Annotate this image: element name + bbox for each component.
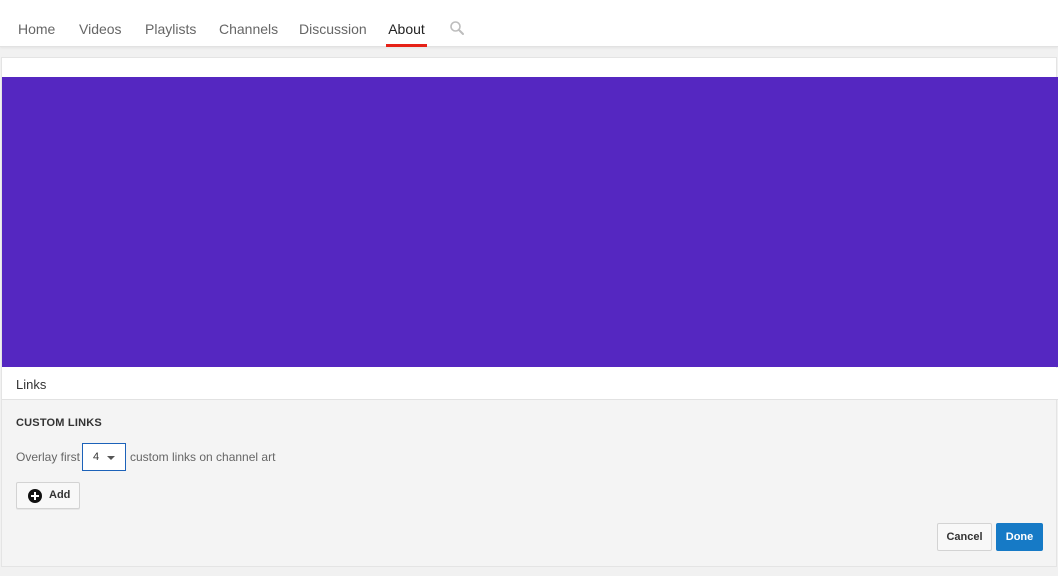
tab-playlists-label: Playlists [145, 21, 196, 37]
tab-active-underline [386, 44, 427, 47]
tab-playlists[interactable]: Playlists [145, 0, 196, 47]
custom-links-heading: CUSTOM LINKS [16, 417, 102, 429]
tab-home[interactable]: Home [18, 0, 55, 47]
search-icon-glyph [449, 20, 467, 38]
done-button[interactable]: Done [996, 523, 1043, 551]
about-edit-panel: Links CUSTOM LINKS Overlay first 4 custo… [1, 57, 1057, 567]
overlay-count-select[interactable]: 4 [82, 443, 126, 471]
add-circle-icon [28, 489, 42, 503]
tab-channels-label: Channels [219, 21, 278, 37]
tab-home-label: Home [18, 21, 55, 37]
search-icon[interactable] [449, 20, 467, 38]
channel-art-banner [2, 77, 1058, 367]
tab-videos-label: Videos [79, 21, 122, 37]
links-editor: CUSTOM LINKS Overlay first 4 custom link… [2, 400, 1056, 566]
cancel-button[interactable]: Cancel [937, 523, 992, 551]
overlay-prefix-text: Overlay first [16, 450, 80, 464]
tab-videos[interactable]: Videos [79, 0, 122, 47]
tab-discussion-label: Discussion [299, 21, 367, 37]
tab-channels[interactable]: Channels [219, 0, 278, 47]
channel-tab-bar: Home Videos Playlists Channels Discussio… [0, 0, 1058, 47]
chevron-down-icon [107, 456, 115, 460]
overlay-suffix-text: custom links on channel art [130, 450, 275, 464]
overlay-count-value: 4 [93, 451, 99, 463]
links-header: Links [2, 368, 1058, 400]
add-link-button[interactable]: Add [16, 482, 80, 509]
add-link-label: Add [49, 489, 70, 501]
tab-discussion[interactable]: Discussion [299, 0, 367, 47]
tab-about-label: About [388, 21, 425, 37]
links-title: Links [16, 377, 46, 392]
tab-about[interactable]: About [386, 0, 427, 47]
